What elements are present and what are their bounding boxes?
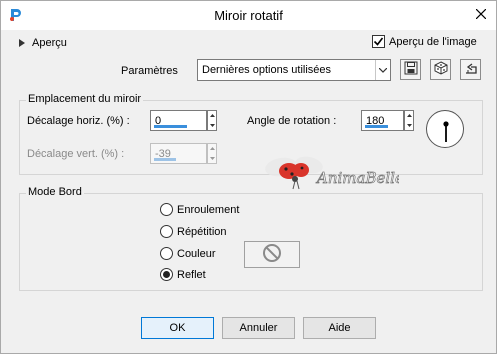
rotation-angle-slider[interactable]	[365, 125, 388, 128]
radio-wrap[interactable]: Enroulement	[160, 203, 239, 216]
reset-button[interactable]	[460, 59, 481, 80]
radio-label: Répétition	[177, 225, 227, 238]
expand-triangle-icon	[19, 39, 25, 47]
window-title: Miroir rotatif	[214, 8, 283, 23]
close-icon	[475, 8, 487, 22]
radio-label: Reflet	[177, 268, 206, 281]
help-button[interactable]: Aide	[303, 317, 376, 339]
stepper-up-icon[interactable]	[208, 144, 216, 154]
chevron-down-icon[interactable]	[375, 60, 390, 80]
rotation-dial[interactable]	[426, 110, 464, 148]
radio-repeat[interactable]: Répétition	[160, 225, 227, 238]
radio-color[interactable]: Couleur	[160, 247, 216, 260]
title-bar: Miroir rotatif	[1, 1, 496, 30]
presets-label: Paramètres	[121, 65, 178, 77]
watermark-text: AnimaBelle	[315, 169, 399, 187]
vertical-offset-stepper[interactable]	[207, 143, 217, 164]
image-preview-checkbox[interactable]: Aperçu de l'image	[372, 35, 477, 48]
radio-button[interactable]	[160, 268, 173, 281]
dial-needle-icon	[443, 121, 449, 142]
reset-icon	[463, 61, 479, 78]
edge-mode-legend: Mode Bord	[26, 186, 84, 198]
preview-toggle-label: Aperçu	[32, 37, 67, 49]
save-preset-icon	[404, 61, 418, 78]
randomize-icon	[434, 61, 448, 78]
rotation-angle-input[interactable]: 180	[361, 110, 404, 131]
radio-button[interactable]	[160, 203, 173, 216]
checkbox-box[interactable]	[372, 35, 385, 48]
vertical-offset-slider[interactable]	[154, 158, 176, 161]
preset-dropdown[interactable]: Dernières options utilisées	[197, 59, 391, 81]
close-button[interactable]	[466, 1, 496, 30]
color-swatch[interactable]	[244, 241, 300, 268]
stepper-down-icon[interactable]	[405, 121, 413, 131]
dialog-window: Miroir rotatif Aperçu Aperçu de l'image …	[0, 0, 497, 354]
preset-value: Dernières options utilisées	[202, 64, 332, 76]
ok-button[interactable]: OK	[141, 317, 214, 339]
no-color-icon	[262, 243, 282, 266]
randomize-button[interactable]	[430, 59, 451, 80]
stepper-up-icon[interactable]	[405, 111, 413, 121]
image-preview-label: Aperçu de l'image	[389, 35, 477, 48]
stepper-down-icon[interactable]	[208, 121, 216, 131]
horizontal-offset-label: Décalage horiz. (%) :	[27, 115, 130, 127]
vertical-offset-input[interactable]: -39	[150, 143, 207, 164]
cancel-button[interactable]: Annuler	[222, 317, 295, 339]
radio-label: Enroulement	[177, 203, 240, 216]
mirror-placement-legend: Emplacement du miroir	[26, 93, 144, 105]
horizontal-offset-input[interactable]: 0	[150, 110, 207, 131]
rotation-angle-stepper[interactable]	[404, 110, 414, 131]
horizontal-offset-stepper[interactable]	[207, 110, 217, 131]
radio-button[interactable]	[160, 247, 173, 260]
radio-reflect[interactable]: Reflet	[160, 268, 206, 281]
preview-toggle[interactable]: Aperçu	[19, 37, 67, 49]
ladybug-logo: AnimaBelle	[259, 153, 404, 195]
stepper-down-icon[interactable]	[208, 154, 216, 164]
radio-selected-dot	[163, 271, 170, 278]
stepper-up-icon[interactable]	[208, 111, 216, 121]
horizontal-offset-slider[interactable]	[154, 125, 187, 128]
rotation-angle-label: Angle de rotation :	[247, 115, 337, 127]
vertical-offset-label: Décalage vert. (%) :	[27, 148, 125, 160]
radio-label: Couleur	[177, 247, 216, 260]
save-preset-button[interactable]	[400, 59, 421, 80]
radio-button[interactable]	[160, 225, 173, 238]
